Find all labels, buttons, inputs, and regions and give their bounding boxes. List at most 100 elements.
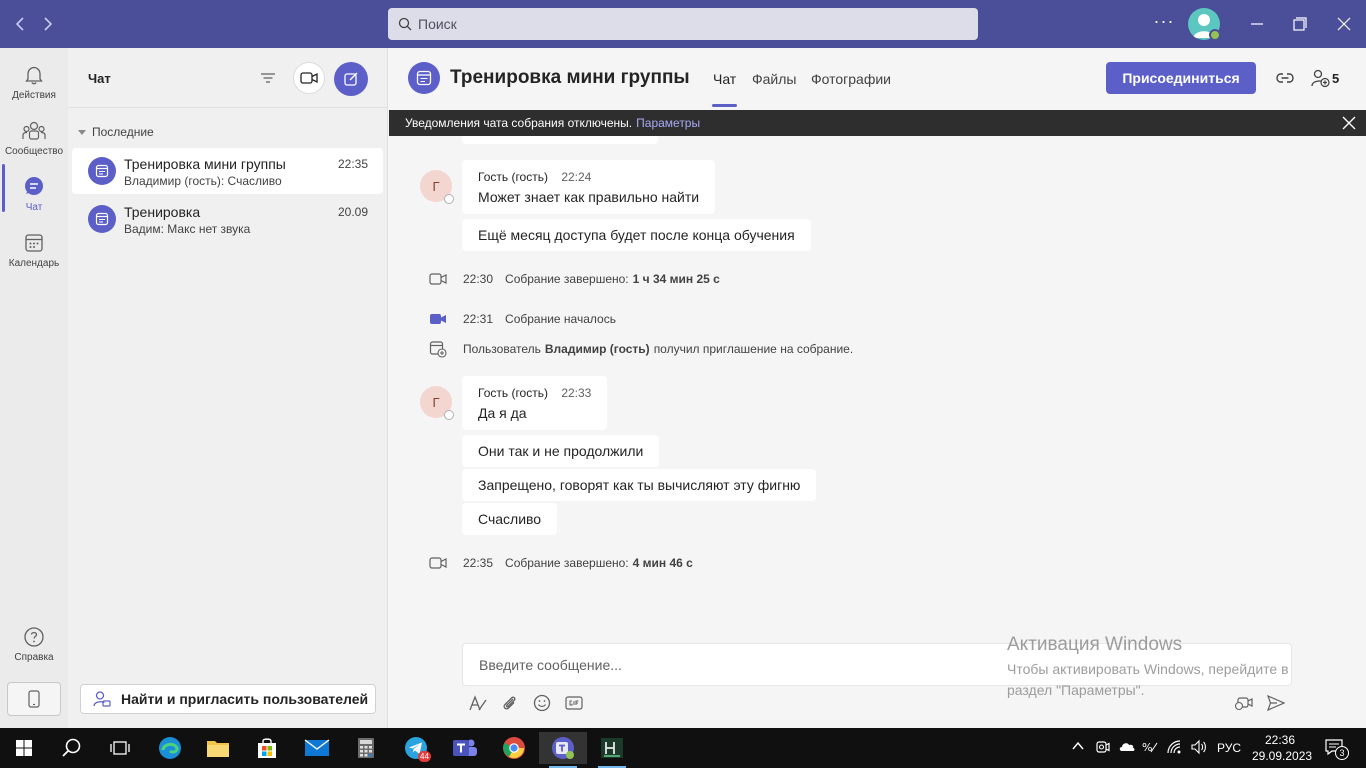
system-message: 22:35 Собрание завершено: 4 мин 46 с [429, 553, 693, 573]
edge-browser-icon[interactable] [146, 732, 194, 764]
tab-photos[interactable]: Фотографии [811, 71, 891, 87]
chat-item-time: 20.09 [337, 205, 368, 219]
participants-button[interactable]: 5 [1310, 66, 1339, 90]
windows-taskbar: 44 % РУС 22:36 29.09.2023 3 [0, 728, 1366, 768]
message-sender: Гость (гость) [478, 385, 548, 400]
avatar[interactable]: Г [420, 386, 454, 420]
clock-time: 22:36 [1264, 733, 1296, 747]
chat-list-title: Чат [88, 71, 111, 86]
system-time: 22:30 [463, 272, 494, 286]
tab-files[interactable]: Файлы [752, 71, 796, 87]
search-icon [398, 17, 412, 31]
message-bubble[interactable]: Счасливо [462, 503, 558, 535]
rail-label-calendar: Календарь [8, 257, 60, 269]
attach-icon[interactable] [498, 692, 522, 714]
teams-active-window-icon[interactable] [539, 732, 587, 768]
keyboard-language-icon[interactable]: % [1141, 739, 1159, 755]
notification-banner: Уведомления чата собрания отключены. Пар… [389, 110, 1366, 136]
meet-now-button[interactable] [293, 62, 325, 94]
join-meeting-button[interactable]: Присоединиться [1106, 62, 1256, 94]
close-icon[interactable] [1342, 116, 1356, 130]
rail-item-community[interactable]: Сообщество [0, 110, 68, 166]
store-icon[interactable] [243, 732, 291, 764]
camera-privacy-icon[interactable] [1095, 739, 1111, 755]
search-input[interactable]: Поиск [388, 8, 978, 40]
filter-icon[interactable] [256, 66, 280, 90]
message-text: Может знает как правильно найти [478, 188, 700, 205]
gif-icon[interactable] [562, 692, 586, 714]
system-text-pre: Пользователь [463, 342, 541, 356]
teams-icon[interactable] [441, 732, 489, 764]
rail-label-chat: Чат [25, 201, 43, 213]
back-arrow-icon[interactable] [8, 12, 32, 36]
rail-item-help[interactable]: Справка [0, 616, 68, 672]
start-windows-icon[interactable] [0, 732, 48, 764]
system-time: 22:31 [463, 312, 494, 326]
link-icon[interactable] [1273, 66, 1297, 90]
chrome-icon[interactable] [490, 732, 538, 764]
tab-chat[interactable]: Чат [713, 71, 736, 87]
video-camera-filled-icon [429, 312, 447, 326]
notification-center-icon[interactable]: 3 [1324, 738, 1349, 760]
title-bar: Поиск ··· [0, 0, 1366, 48]
maximize-icon[interactable] [1288, 12, 1312, 36]
chat-item-preview: Вадим: Макс нет звука [124, 222, 251, 236]
windows-activation-watermark: Активация Windows Чтобы активировать Win… [1007, 634, 1327, 701]
recent-section-label: Последние [92, 125, 154, 139]
chat-item-preview: Владимир (гость): Счасливо [124, 174, 282, 188]
more-options-button[interactable]: ··· [1152, 12, 1176, 36]
avatar[interactable]: Г [420, 170, 454, 204]
chat-item-title: Тренировка мини группы [124, 156, 286, 172]
volume-icon[interactable] [1190, 739, 1208, 755]
rail-label-help: Справка [14, 651, 54, 663]
banner-settings-link[interactable]: Параметры [636, 116, 700, 130]
calculator-icon[interactable] [342, 732, 390, 764]
message-bubble[interactable]: Они так и не продолжили [462, 435, 660, 467]
onedrive-icon[interactable] [1118, 740, 1136, 752]
recent-section-toggle[interactable]: Последние [78, 125, 154, 139]
presence-offline-icon [444, 410, 454, 420]
message-bubble[interactable]: Гость (гость) 22:24 Может знает как прав… [462, 160, 716, 214]
community-icon [22, 120, 46, 142]
new-chat-button[interactable] [334, 62, 368, 96]
taskbar-search-icon[interactable] [48, 732, 96, 764]
svg-text:%: % [1142, 741, 1152, 754]
terminal-app-icon[interactable] [588, 732, 636, 768]
rail-item-calendar[interactable]: Календарь [0, 222, 68, 278]
invite-people-button[interactable]: Найти и пригласить пользователей [80, 684, 376, 714]
input-language[interactable]: РУС [1217, 741, 1241, 755]
rail-item-activity[interactable]: Действия [0, 54, 68, 110]
message-bubble[interactable]: Ещё месяц доступа будет после конца обуч… [462, 219, 811, 251]
chat-list-item[interactable]: Тренировка Вадим: Макс нет звука 20.09 [72, 196, 383, 242]
avatar-initial: Г [432, 394, 440, 410]
system-text: Собрание завершено: [505, 556, 629, 570]
rail-item-chat[interactable]: Чат [0, 166, 68, 222]
mobile-app-button[interactable] [7, 682, 61, 716]
taskbar-clock[interactable]: 22:36 29.09.2023 [1252, 732, 1312, 764]
meeting-chat-icon [88, 157, 116, 185]
message-bubble[interactable]: Запрещено, говорят как ты вычисляют эту … [462, 469, 817, 501]
wifi-icon[interactable] [1166, 739, 1184, 755]
tray-overflow-icon[interactable] [1071, 739, 1085, 753]
invite-people-label: Найти и пригласить пользователей [121, 691, 369, 707]
person-add-icon [93, 690, 111, 708]
minimize-icon[interactable] [1245, 12, 1269, 36]
system-duration: 1 ч 34 мин 25 с [632, 272, 720, 286]
mail-icon[interactable] [293, 732, 341, 764]
format-icon[interactable] [466, 692, 490, 714]
rail-label-activity: Действия [12, 89, 56, 101]
close-window-icon[interactable] [1332, 12, 1356, 36]
emoji-icon[interactable] [530, 692, 554, 714]
banner-text: Уведомления чата собрания отключены. [405, 116, 633, 130]
task-view-icon[interactable] [96, 732, 144, 764]
system-user: Владимир (гость) [544, 342, 650, 356]
chat-list-item[interactable]: Тренировка мини группы Владимир (гость):… [72, 148, 383, 194]
forward-arrow-icon[interactable] [36, 12, 60, 36]
chat-item-time: 22:35 [337, 157, 368, 171]
telegram-icon[interactable]: 44 [392, 732, 440, 764]
system-message: 22:31 Собрание началось [429, 309, 616, 329]
message-time: 22:33 [561, 385, 592, 400]
video-camera-icon [300, 71, 318, 85]
message-bubble[interactable]: Гость (гость) 22:33 Да я да [462, 376, 608, 430]
file-explorer-icon[interactable] [194, 732, 242, 764]
